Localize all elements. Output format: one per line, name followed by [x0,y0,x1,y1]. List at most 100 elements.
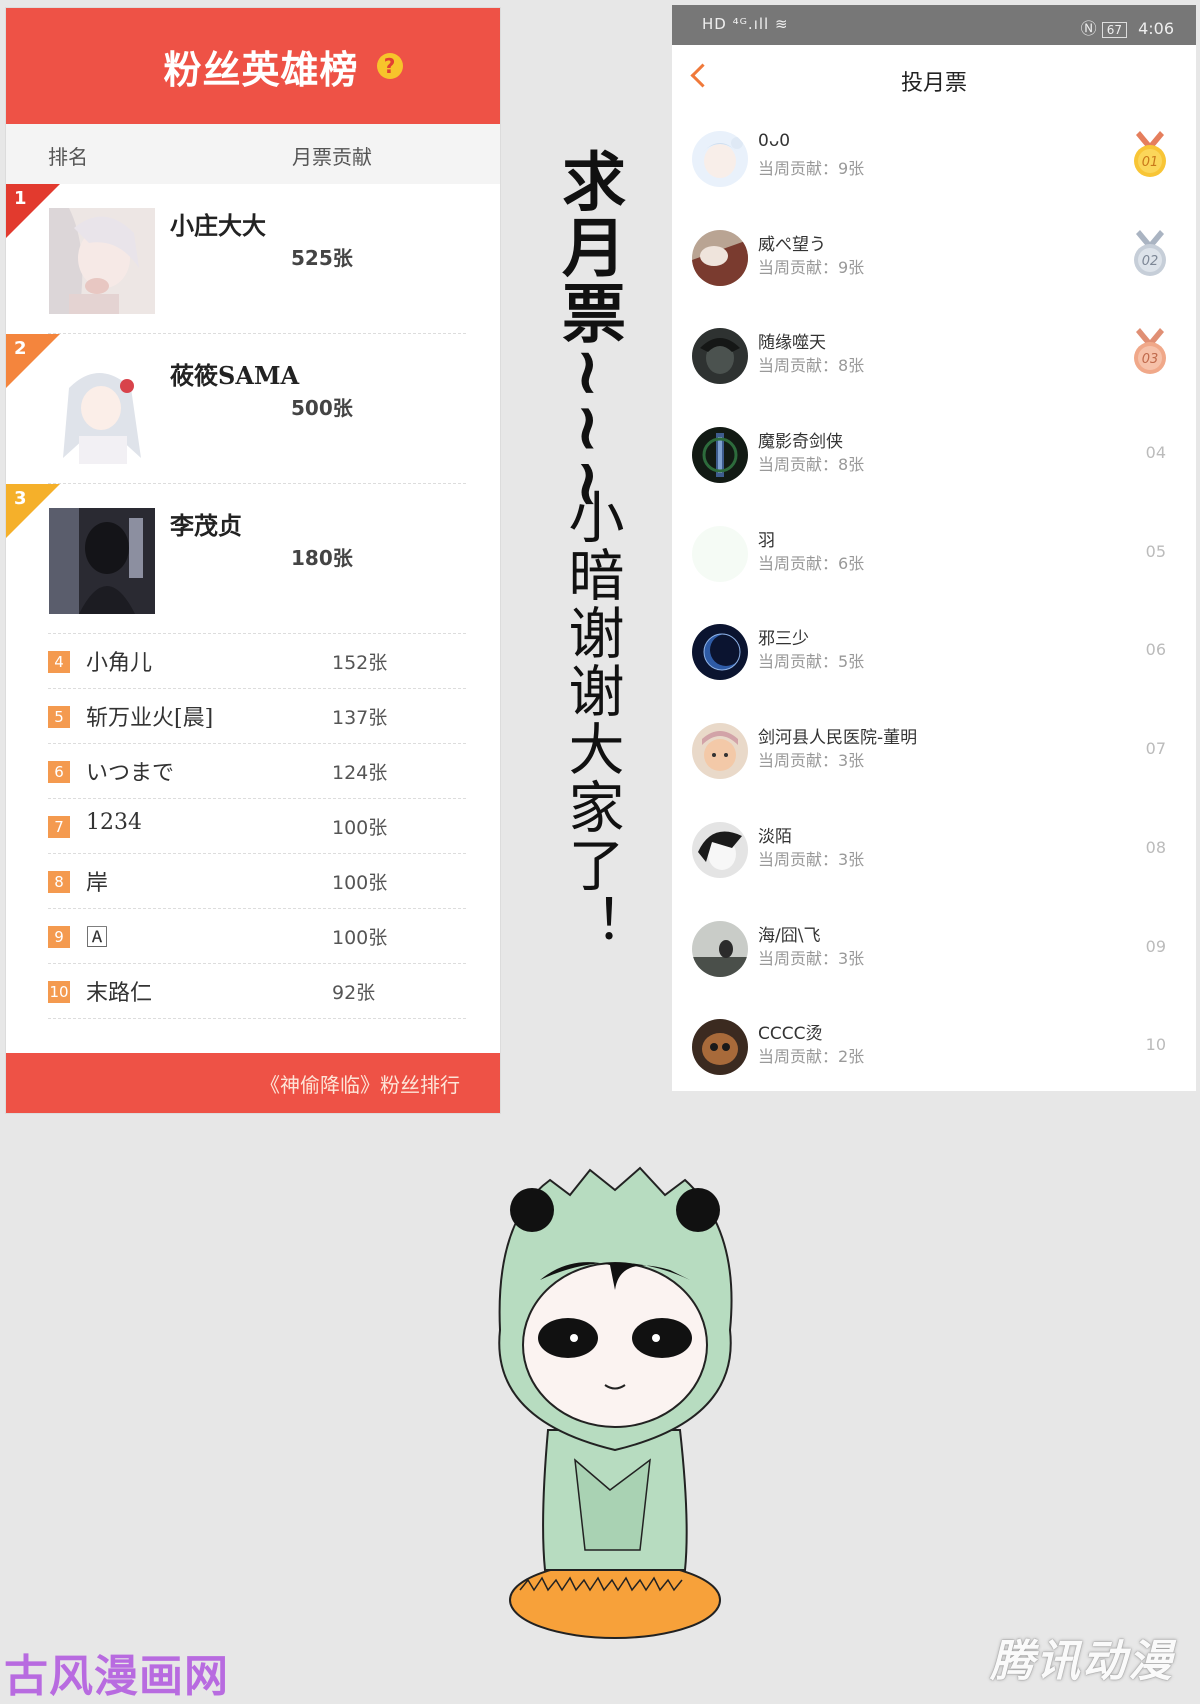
list-item[interactable]: 10 末路仁 92张 [6,964,500,1019]
fan-name: 0ᴗ0 [758,131,791,151]
top-rank-row[interactable]: 1 小庄大大 525张 [6,184,500,334]
avatar[interactable] [692,723,748,780]
rank-badge: 8 [48,871,70,893]
list-item[interactable]: 羽 当周贡献：6张 05 [672,508,1196,607]
fan-name: いつまで [86,761,175,786]
monthly-vote-screen: HD ⁴ᴳ.ıll ≋ Ⓝ 67 4:06 投月票 0ᴗ0 当周贡献：9张 01 [672,5,1196,1091]
rank-badge: 5 [48,706,70,728]
rank-number: 1 [14,188,27,209]
list-item[interactable]: CCCC烫 当周贡献：2张 10 [672,1001,1196,1100]
fan-votes: 当周贡献：9张 [758,257,865,277]
fan-name: 威ぺ望う [758,234,826,255]
page-title: 投月票 [900,71,967,96]
rank-number: 05 [1145,541,1166,561]
leaderboard-header: 粉丝英雄榜 ? [6,8,500,124]
fan-votes: 当周贡献：3张 [758,849,865,869]
rank-number: 2 [14,338,27,359]
fan-votes: 当周贡献：6张 [758,553,865,573]
thanks-text: 小暗谢谢大家了！ [559,488,624,952]
top-rank-row[interactable]: 2 莜筱SAMA 500张 [6,334,500,484]
fan-votes: 92张 [332,982,376,1004]
fan-hero-leaderboard: 粉丝英雄榜 ? 排名 月票贡献 1 小庄大大 525张 2 莜筱SAMA 500… [6,8,500,1113]
fan-votes: 100张 [332,872,388,894]
fan-name: 淡陌 [758,826,792,847]
avatar[interactable] [49,358,155,464]
fan-name: 末路仁 [86,981,153,1006]
status-time: Ⓝ 67 4:06 [1081,15,1174,39]
avatar[interactable] [49,508,155,614]
rank-number: 07 [1145,739,1166,759]
fan-name: 小庄大大 [170,211,266,240]
footer-link[interactable]: 《神偷降临》粉丝排行 [260,1069,460,1098]
avatar[interactable] [692,920,748,977]
fan-name: 岸 [86,871,109,896]
list-item[interactable]: 0ᴗ0 当周贡献：9张 01 [672,113,1196,212]
column-header: 排名 月票贡献 [6,124,500,184]
rank-number: 10 [1145,1035,1166,1055]
rank-badge: 9 [48,926,70,948]
avatar[interactable] [692,427,748,484]
divider [48,1018,466,1019]
fan-name: 邪三少 [758,629,809,650]
battery-icon: 67 [1101,22,1127,38]
gold-medal-icon: 01 [1134,131,1166,177]
fan-votes: 137张 [332,707,388,729]
fan-name: 剑河县人民医院-董明 [758,728,918,749]
column-rank-label: 排名 [48,145,88,169]
leaderboard-title: 粉丝英雄榜 [163,47,359,92]
list-item[interactable]: 海/囧\飞 当周贡献：3张 09 [672,903,1196,1002]
fan-name: CCCC烫 [758,1024,823,1045]
list-item[interactable]: 4 小角儿 152张 [6,634,500,689]
fan-name: 🄰 [86,926,109,951]
list-item[interactable]: 随缘噬天 当周贡献：8张 03 [672,310,1196,409]
fan-name: 小角儿 [86,651,153,676]
rank-badge: 10 [48,981,70,1003]
nfc-icon: Ⓝ [1080,19,1102,38]
list-item[interactable]: 邪三少 当周贡献：5张 06 [672,606,1196,705]
fan-name: 李茂贞 [170,511,242,540]
column-votes-label: 月票贡献 [292,145,372,169]
rank-number: 04 [1145,443,1166,463]
list-item[interactable]: 5 斩万业火[晨] 137张 [6,689,500,744]
fan-name: 1234 [86,810,142,835]
mascot-illustration [498,1166,733,1639]
site-watermark: 古风漫画网 [4,1651,229,1702]
fan-votes: 100张 [332,817,388,839]
avatar[interactable] [692,624,748,681]
fan-name: 斩万业火[晨] [86,706,214,731]
fan-votes: 100张 [332,927,388,949]
fan-list: 0ᴗ0 当周贡献：9张 01 威ぺ望う 当周贡献：9张 02 随缘噬天 当周贡献… [672,113,1196,1100]
help-icon[interactable]: ? [376,53,403,79]
svg-text:01: 01 [1142,155,1159,170]
list-item[interactable]: 淡陌 当周贡献：3张 08 [672,804,1196,903]
status-bar: HD ⁴ᴳ.ıll ≋ Ⓝ 67 4:06 [672,5,1196,45]
fan-name: 海/囧\飞 [758,925,821,946]
bronze-medal-icon: 03 [1134,328,1166,375]
avatar[interactable] [692,229,748,286]
avatar[interactable] [692,328,748,385]
tencent-comic-watermark: 腾讯动漫 [990,1636,1174,1687]
vote-request-text: 求月票~~~ [551,148,625,513]
avatar[interactable] [692,525,748,582]
fan-votes: 当周贡献：3张 [758,751,865,771]
list-item[interactable]: 威ぺ望う 当周贡献：9张 02 [672,212,1196,311]
list-item[interactable]: 8 岸 100张 [6,854,500,909]
top-rank-row[interactable]: 3 李茂贞 180张 [6,484,500,634]
fan-votes: 当周贡献：3张 [758,948,865,968]
svg-text:02: 02 [1142,254,1159,269]
list-item[interactable]: 7 1234 100张 [6,799,500,854]
list-item[interactable]: 魔影奇剑侠 当周贡献：8张 04 [672,409,1196,508]
rank-number: 08 [1145,837,1166,857]
avatar[interactable] [692,1019,748,1076]
fan-votes: 当周贡献：9张 [758,159,865,178]
svg-text:03: 03 [1142,352,1159,367]
avatar[interactable] [692,131,748,187]
silver-medal-icon: 02 [1134,229,1166,276]
list-item[interactable]: 9 🄰 100张 [6,909,500,964]
rank-number: 09 [1145,936,1166,956]
list-item[interactable]: 6 いつまで 124张 [6,744,500,799]
rank-number: 3 [14,488,27,509]
avatar[interactable] [692,821,748,878]
avatar[interactable] [49,208,155,314]
list-item[interactable]: 剑河县人民医院-董明 当周贡献：3张 07 [672,705,1196,804]
